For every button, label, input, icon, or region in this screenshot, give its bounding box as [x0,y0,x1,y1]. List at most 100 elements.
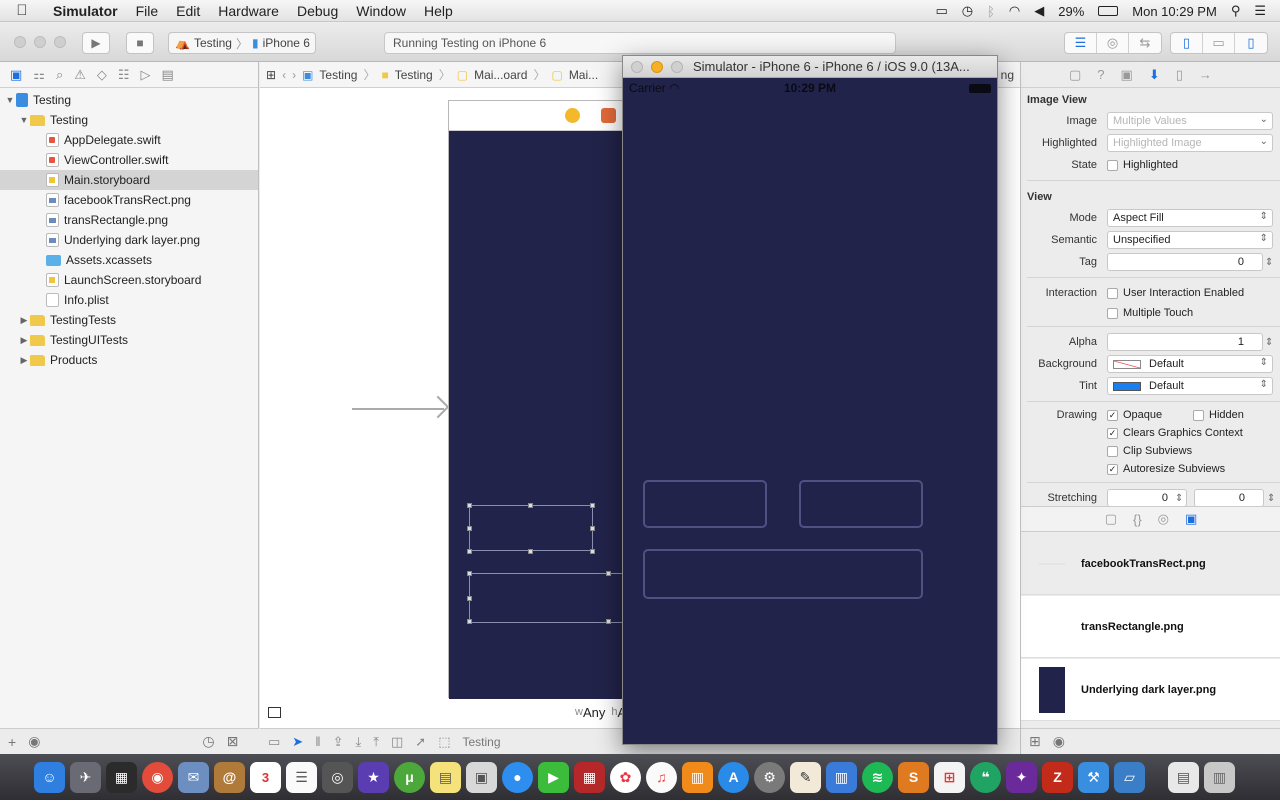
simulator-window[interactable]: Simulator - iPhone 6 - iPhone 6 / iOS 9.… [622,55,998,745]
jumpbar-crumb[interactable]: Testing [319,68,357,82]
related-items-icon[interactable]: ⊞ [266,68,276,82]
itunes-icon[interactable]: ♫ [646,761,677,793]
view-controller-icon[interactable] [565,108,580,123]
notes-icon[interactable]: ▤ [430,761,461,793]
background-color-select[interactable]: Default ⇕ [1107,355,1273,373]
opaque-checkbox[interactable]: ✓ Opaque [1107,409,1162,421]
resize-handle[interactable] [467,503,472,508]
clip-subviews-checkbox[interactable]: Clip Subviews [1107,445,1192,457]
content-mode-select[interactable]: Aspect Fill ⇕ [1107,209,1273,227]
apple-menu-icon[interactable]:  [0,2,44,19]
simulator-icon[interactable]: ▱ [1114,761,1145,793]
menu-file[interactable]: File [127,3,168,19]
group-row[interactable]: ▶ Products [0,350,258,370]
wifi-icon[interactable]: ◠ [1009,3,1020,19]
reminders-icon[interactable]: ☰ [286,761,317,793]
group-row[interactable]: ▶ TestingUITests [0,330,258,350]
identity-inspector-icon[interactable]: ▣ [1121,67,1133,83]
resize-handle[interactable] [590,503,595,508]
debug-area-toggle-icon[interactable]: ▭ [1203,33,1235,53]
file-row[interactable]: AppDelegate.swift [0,130,258,150]
file-row[interactable]: LaunchScreen.storyboard [0,270,258,290]
spotify-icon[interactable]: ≋ [862,761,893,793]
trans-rect-image-wide[interactable] [643,549,923,599]
trans-rect-image-right[interactable] [799,480,923,528]
file-row[interactable]: facebookTransRect.png [0,190,258,210]
menu-help[interactable]: Help [415,3,462,19]
disclosure-closed-icon[interactable]: ▶ [18,315,30,326]
tag-stepper-icon[interactable]: ⇕ [1265,257,1273,268]
file-inspector-icon[interactable]: ▢ [1069,67,1081,83]
alpha-field[interactable]: 1 [1107,333,1263,351]
recent-files-icon[interactable]: ◷ [202,733,214,750]
jumpbar-crumb[interactable]: Mai...oard [474,68,527,82]
textedit-icon[interactable]: ✎ [790,761,821,793]
dvd-player-icon[interactable]: ◎ [322,761,353,793]
resize-handle[interactable] [467,619,472,624]
step-into-icon[interactable]: ⤓ [355,734,361,750]
file-template-library-icon[interactable]: ▢ [1105,511,1117,527]
filter-icon[interactable]: ◉ [1053,733,1065,750]
final-cut-icon[interactable]: ✦ [1006,761,1037,793]
ibooks-icon[interactable]: ▥ [682,761,713,793]
zoom-window-button[interactable] [54,36,66,48]
step-out-icon[interactable]: ⤒ [373,734,379,750]
user-interaction-checkbox[interactable]: User Interaction Enabled [1107,287,1244,299]
trash-icon[interactable]: ▥ [1204,761,1235,793]
minimize-window-button[interactable] [34,36,46,48]
location-icon[interactable]: ➚ [415,734,426,750]
tag-field[interactable]: 0 [1107,253,1263,271]
checkbox-checked[interactable]: ✓ [1107,463,1118,475]
clears-context-checkbox[interactable]: ✓ Clears Graphics Context [1107,427,1243,439]
bluetooth-icon[interactable]: ᛒ [987,4,995,19]
menu-app-name[interactable]: Simulator [44,3,127,19]
attributes-inspector-icon[interactable]: ⬇ [1149,67,1160,83]
downloads-stack-icon[interactable]: ▤ [1168,761,1199,793]
xcode-icon[interactable]: ⚒ [1078,761,1109,793]
highlighted-image-select[interactable]: Highlighted Image ⌄ [1107,134,1273,152]
breakpoint-navigator-icon[interactable]: ▷ [141,67,151,83]
hangouts-icon[interactable]: ❝ [970,761,1001,793]
filter-scm-icon[interactable]: ⊠ [227,733,239,750]
scheme-selector[interactable]: ⛺ Testing 〉 ▮ iPhone 6 [168,32,316,54]
sublime-text-icon[interactable]: S [898,761,929,793]
view-controller-scene[interactable] [448,100,649,699]
highlighted-checkbox[interactable]: Highlighted [1107,159,1178,171]
version-editor-icon[interactable]: ⇆ [1129,33,1161,53]
semantic-select[interactable]: Unspecified ⇕ [1107,231,1273,249]
width-class-value[interactable]: Any [583,705,605,720]
chrome-icon[interactable]: ◉ [142,761,173,793]
minimize-window-button[interactable] [651,61,663,73]
image-capture-icon[interactable]: ▣ [466,761,497,793]
disclosure-closed-icon[interactable]: ▶ [18,335,30,346]
filezilla-icon[interactable]: Z [1042,761,1073,793]
debug-navigator-icon[interactable]: ☷ [118,67,130,83]
breakpoints-icon[interactable]: ➤ [292,734,303,750]
issue-navigator-icon[interactable]: ⚠ [74,67,86,83]
preview-icon[interactable]: ✉ [178,761,209,793]
imovie-icon[interactable]: ★ [358,761,389,793]
quick-help-icon[interactable]: ? [1097,67,1104,82]
file-row[interactable]: Assets.xcassets [0,250,258,270]
report-navigator-icon[interactable]: ▤ [162,67,174,83]
pause-icon[interactable]: ‖ [315,734,320,749]
menu-edit[interactable]: Edit [167,3,209,19]
system-preferences-icon[interactable]: ⚙ [754,761,785,793]
jumpbar-crumb[interactable]: Testing [395,68,433,82]
resize-handle[interactable] [528,549,533,554]
resize-handle[interactable] [467,549,472,554]
finder-icon[interactable]: ☺ [34,761,65,793]
object-library-icon[interactable]: ◎ [1158,511,1169,527]
forward-icon[interactable]: › [292,68,296,82]
view-debugger-icon[interactable]: ◫ [391,734,403,750]
stretch-x-stepper-icon[interactable]: ⇕ [1175,493,1183,504]
keynote-icon[interactable]: ▥ [826,761,857,793]
checkbox-unchecked[interactable] [1107,307,1118,319]
app-store-icon[interactable]: A [718,761,749,793]
folder-icon[interactable]: ▣ [10,67,22,83]
alpha-stepper-icon[interactable]: ⇕ [1265,337,1273,348]
add-icon[interactable]: + [8,734,16,750]
file-row[interactable]: transRectangle.png [0,210,258,230]
filter-icon[interactable]: ◉ [28,733,40,750]
launchpad-icon[interactable]: ✈ [70,761,101,793]
